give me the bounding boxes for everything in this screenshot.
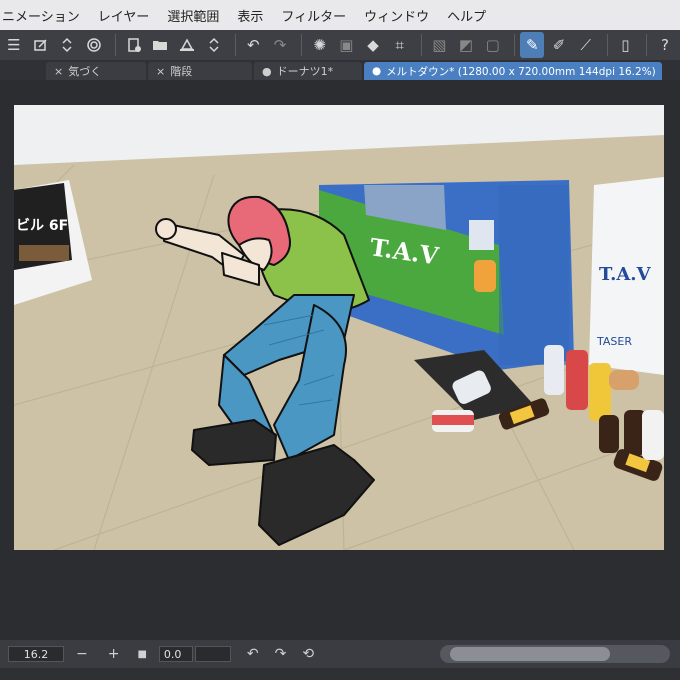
bin-text: TASER bbox=[596, 335, 632, 348]
rotate-left-icon[interactable]: ↶ bbox=[247, 646, 259, 662]
loading-icon[interactable]: ✺ bbox=[308, 32, 332, 58]
artwork-canvas[interactable]: ビル 6F T.A.V T.A.V TASER bbox=[14, 105, 664, 550]
transform-icon[interactable]: ▣ bbox=[334, 32, 358, 58]
layer-icon[interactable] bbox=[29, 32, 53, 58]
artwork-illustration: ビル 6F T.A.V T.A.V TASER bbox=[14, 105, 664, 550]
menu-help[interactable]: ヘルプ bbox=[447, 6, 486, 25]
toolbar-separator bbox=[606, 34, 608, 56]
reset-rotation-icon[interactable]: ⟲ bbox=[302, 646, 314, 662]
menu-filter[interactable]: フィルター bbox=[281, 6, 346, 25]
toolbar-separator bbox=[513, 34, 515, 56]
toolbar-separator bbox=[114, 34, 116, 56]
updown-icon[interactable] bbox=[55, 32, 79, 58]
new-file-icon[interactable] bbox=[122, 32, 146, 58]
toolbar-separator bbox=[234, 34, 236, 56]
toolbar-separator bbox=[646, 34, 648, 56]
rotate-right-icon[interactable]: ↷ bbox=[275, 646, 287, 662]
fill-icon[interactable]: ◆ bbox=[361, 32, 385, 58]
pen-icon[interactable]: ✎ bbox=[520, 32, 545, 58]
zoom-out-button[interactable]: − bbox=[76, 646, 88, 662]
menu-selection[interactable]: 選択範囲 bbox=[167, 6, 219, 25]
bin-brand: T.A.V bbox=[599, 264, 652, 285]
menu-layer[interactable]: レイヤー bbox=[98, 6, 150, 25]
updown-icon[interactable] bbox=[202, 32, 226, 58]
menu-window[interactable]: ウィンドウ bbox=[364, 6, 429, 25]
fit-icon[interactable]: ■ bbox=[137, 649, 146, 660]
help-icon[interactable]: ? bbox=[653, 32, 677, 58]
swirl-icon[interactable] bbox=[82, 32, 106, 58]
menu-animation[interactable]: ニメーション bbox=[2, 6, 80, 25]
tab-meltdown[interactable]: ● メルトダウン* (1280.00 x 720.00mm 144dpi 16.… bbox=[364, 62, 662, 80]
document-tabs: × 気づく × 階段 ● ドーナツ1* ● メルトダウン* (1280.00 x… bbox=[0, 60, 680, 80]
snap-grid-icon[interactable]: ▧ bbox=[427, 32, 451, 58]
tablet-icon[interactable]: ▯ bbox=[614, 32, 638, 58]
tab-kizuku[interactable]: × 気づく bbox=[46, 62, 146, 80]
bottom-panel-strip bbox=[0, 668, 680, 680]
command-bar: ☰ ↶ ↷ ✺ ▣ ◆ ⌗ ▧ ◩ ▢ ✎ ✐ ⟋ ▯ ? bbox=[0, 30, 680, 60]
open-folder-icon[interactable] bbox=[148, 32, 172, 58]
menu-bar: ニメーション レイヤー 選択範囲 表示 フィルター ウィンドウ ヘルプ bbox=[0, 0, 680, 30]
close-icon[interactable]: × bbox=[54, 65, 63, 78]
rotation-slider[interactable] bbox=[194, 646, 231, 662]
ruler-pen-icon[interactable]: ⟋ bbox=[574, 32, 598, 58]
rotation-field[interactable]: 0.0 bbox=[158, 646, 193, 662]
scanner-icon[interactable] bbox=[175, 32, 199, 58]
redo-icon[interactable]: ↷ bbox=[268, 32, 292, 58]
sign-text: ビル 6F bbox=[16, 218, 68, 234]
brush-icon[interactable]: ✐ bbox=[547, 32, 571, 58]
toolbar-separator bbox=[300, 34, 302, 56]
tab-kaidan[interactable]: × 階段 bbox=[148, 62, 252, 80]
undo-icon[interactable]: ↶ bbox=[241, 32, 265, 58]
scrollbar-thumb[interactable] bbox=[450, 647, 610, 661]
gradient-icon[interactable]: ◩ bbox=[454, 32, 478, 58]
tab-donut[interactable]: ● ドーナツ1* bbox=[254, 62, 362, 80]
menu-view[interactable]: 表示 bbox=[237, 6, 263, 25]
zoom-in-button[interactable]: + bbox=[108, 646, 120, 662]
modified-dot-icon: ● bbox=[372, 65, 382, 77]
zoom-field[interactable]: 16.2 bbox=[8, 646, 64, 662]
modified-dot-icon: ● bbox=[262, 64, 272, 78]
close-icon[interactable]: × bbox=[156, 65, 165, 78]
menu-icon[interactable]: ☰ bbox=[2, 32, 26, 58]
crop-icon[interactable]: ⌗ bbox=[388, 32, 412, 58]
toolbar-separator bbox=[420, 34, 422, 56]
frame-icon[interactable]: ▢ bbox=[481, 32, 505, 58]
